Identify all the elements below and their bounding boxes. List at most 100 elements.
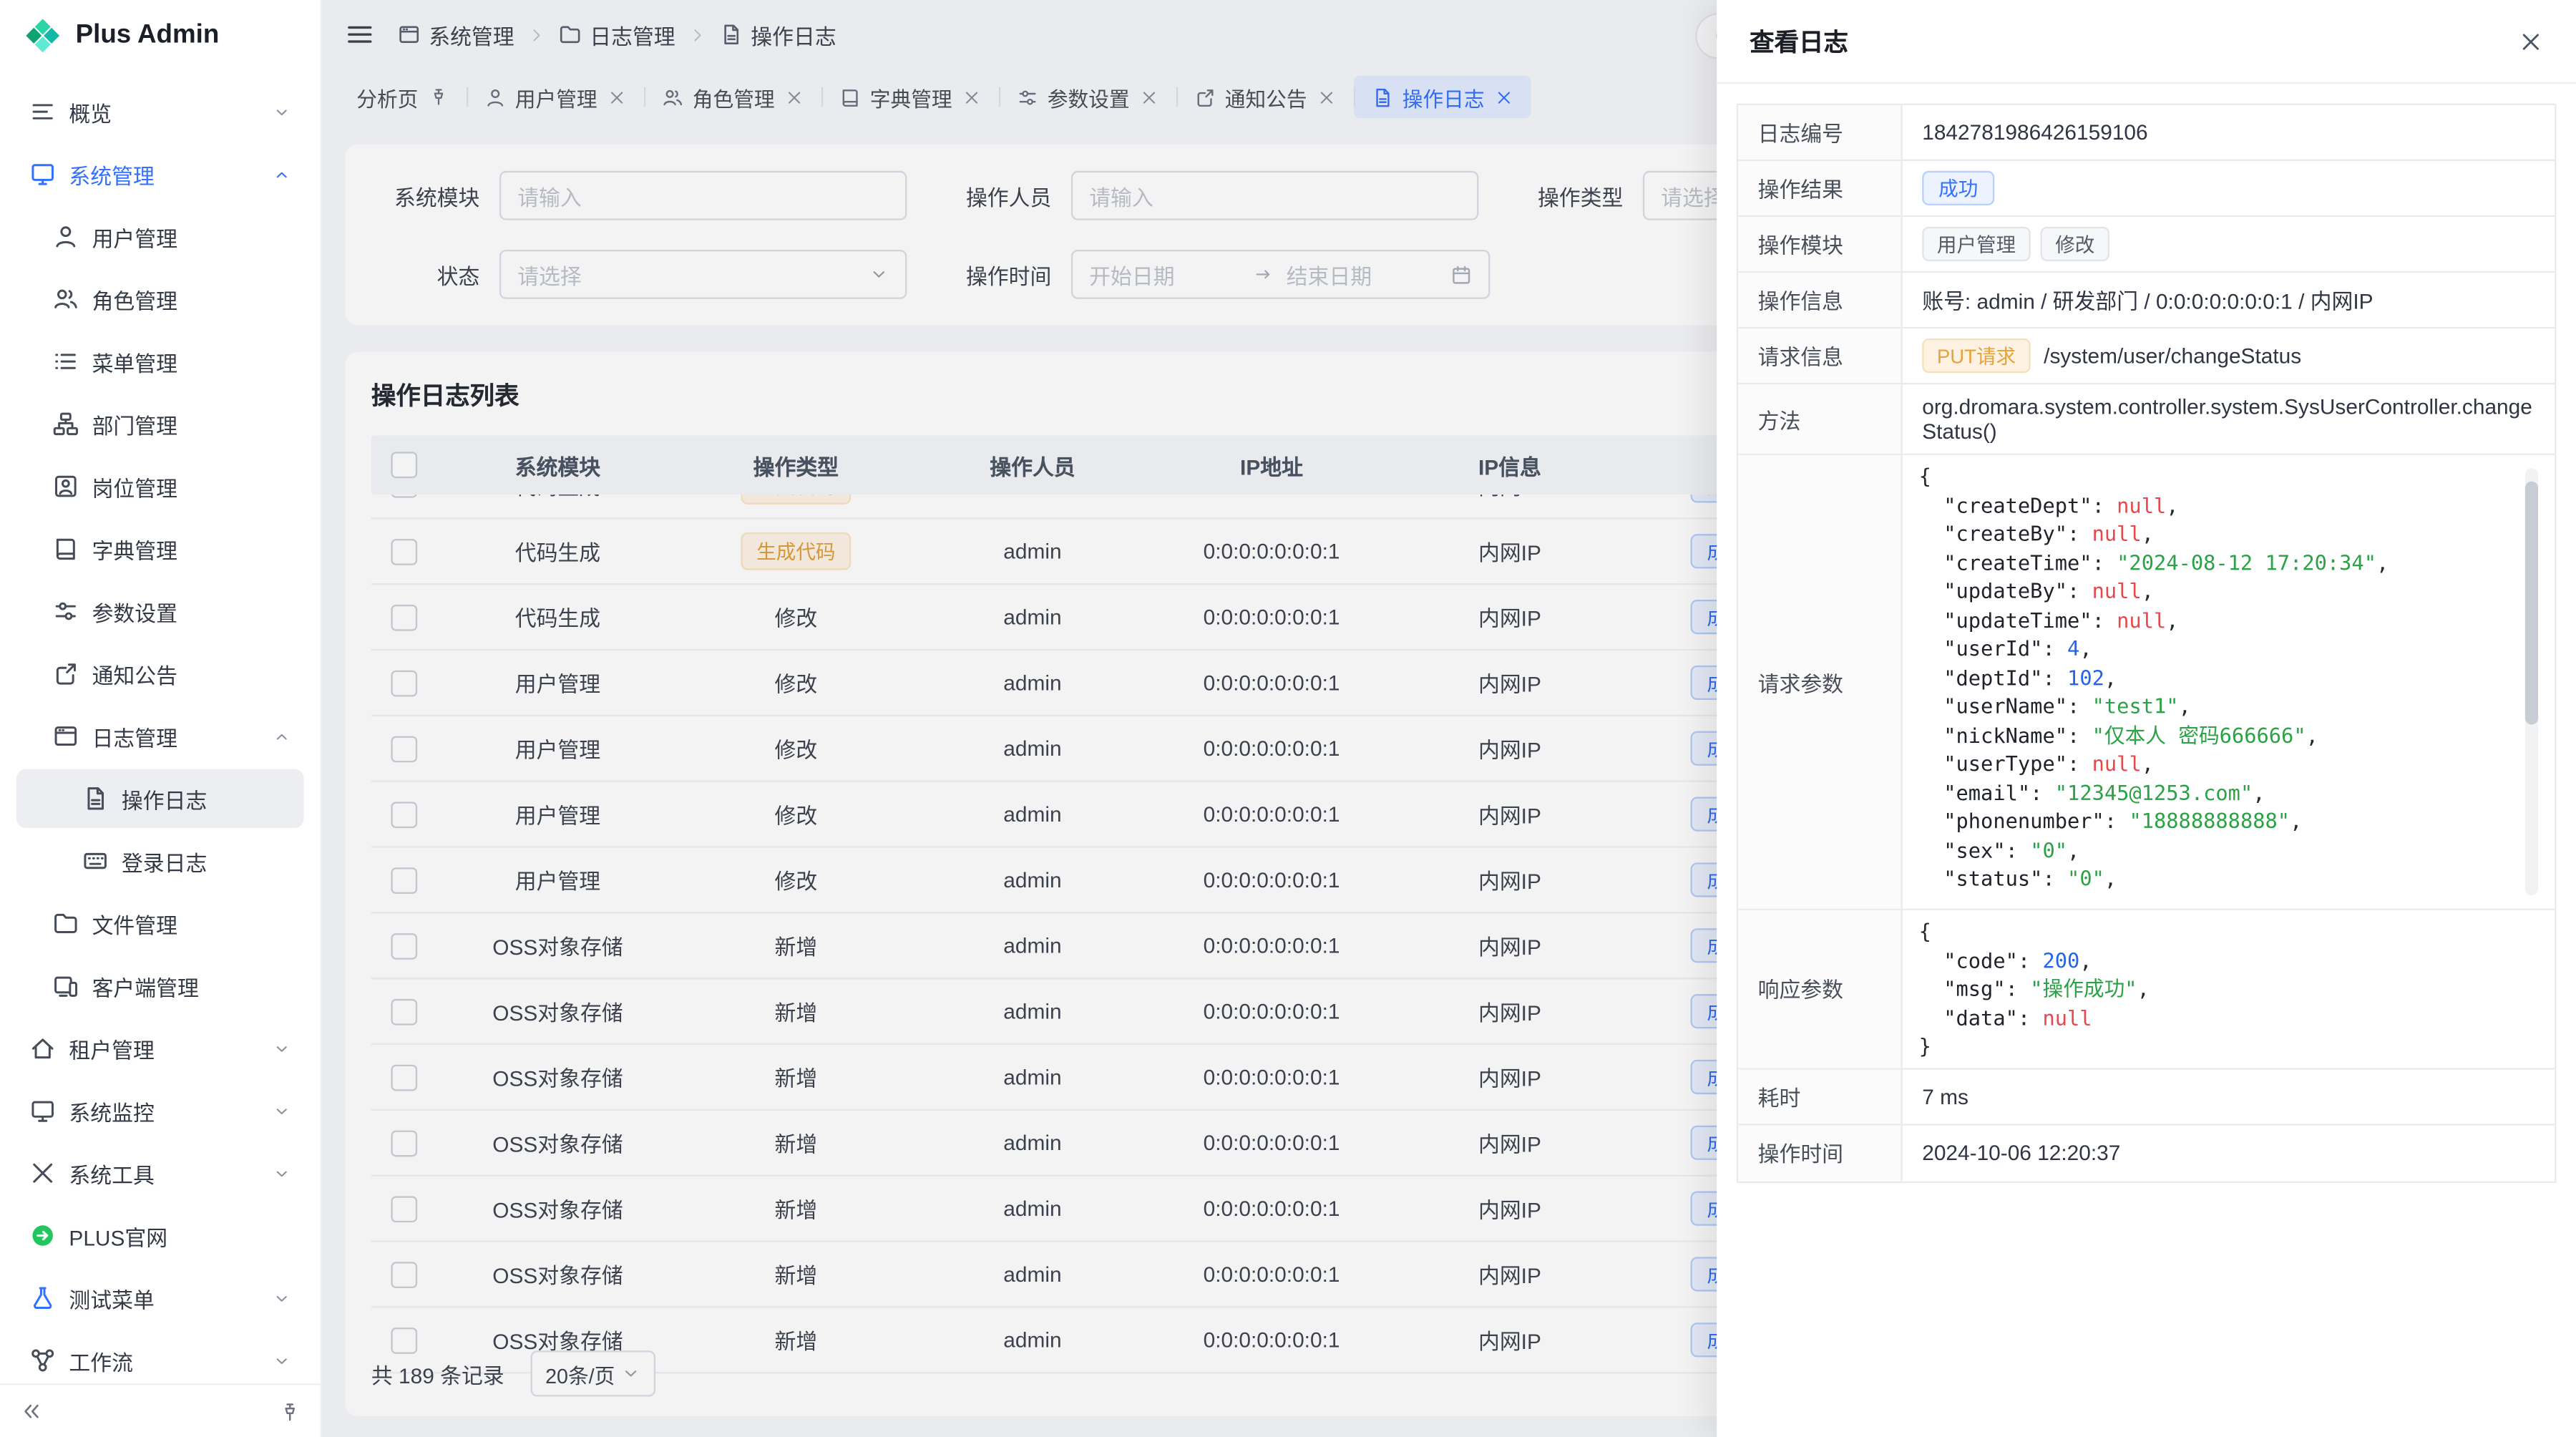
list-icon: [52, 349, 79, 375]
sidebar: Plus Admin 概览系统管理用户管理角色管理菜单管理部门管理岗位管理字典管…: [0, 0, 322, 1437]
close-icon[interactable]: [2519, 29, 2543, 53]
detail-label: 操作时间: [1738, 1125, 1903, 1181]
sidebar-item-用户管理[interactable]: 用户管理: [16, 207, 304, 266]
detail-label: 操作模块: [1738, 217, 1903, 271]
client-icon: [52, 973, 79, 999]
sidebar-item-字典管理[interactable]: 字典管理: [16, 520, 304, 579]
detail-value: 1842781986426159106: [1903, 105, 2555, 160]
sidebar-item-文件管理[interactable]: 文件管理: [16, 894, 304, 953]
sidebar-item-参数设置[interactable]: 参数设置: [16, 582, 304, 641]
drawer-title: 查看日志: [1750, 24, 1848, 58]
status-badge: 成功: [1922, 171, 1994, 205]
module-badge: 用户管理: [1922, 227, 2031, 261]
collapse-sidebar-icon[interactable]: [20, 1400, 43, 1423]
sidebar-item-系统工具[interactable]: 系统工具: [16, 1144, 304, 1203]
chevron-down-icon: [273, 1351, 291, 1369]
folder-icon: [52, 910, 79, 937]
detail-label: 操作结果: [1738, 161, 1903, 215]
badge-user-icon: [52, 473, 79, 500]
detail-value: { "code": 200, "msg": "操作成功", "data": nu…: [1903, 910, 2555, 1067]
chevron-down-icon: [273, 1164, 291, 1182]
detail-row-request: 请求信息 PUT请求 /system/user/changeStatus: [1738, 328, 2555, 384]
detail-value: { "createDept": null, "createBy": null, …: [1903, 455, 2555, 909]
detail-value: org.dromara.system.controller.system.Sys…: [1903, 384, 2555, 453]
request-params-json[interactable]: { "createDept": null, "createBy": null, …: [1919, 462, 2539, 902]
app-logo[interactable]: Plus Admin: [0, 0, 321, 72]
detail-label: 操作信息: [1738, 273, 1903, 327]
sidebar-item-系统管理[interactable]: 系统管理: [16, 145, 304, 204]
sidebar-item-概览[interactable]: 概览: [16, 82, 304, 142]
sidebar-item-角色管理[interactable]: 角色管理: [16, 270, 304, 329]
chevron-down-icon: [273, 1101, 291, 1119]
monitor-icon: [29, 1098, 56, 1124]
scrollbar-track[interactable]: [2525, 468, 2538, 895]
users-icon: [52, 286, 79, 312]
detail-label: 方法: [1738, 384, 1903, 453]
overview-icon: [29, 99, 56, 125]
pin-sidebar-icon[interactable]: [279, 1401, 301, 1422]
sliders-icon: [52, 598, 79, 625]
window-icon: [52, 723, 79, 749]
tree-icon: [52, 411, 79, 437]
module-badge: 修改: [2041, 227, 2109, 261]
chevron-down-icon: [273, 1039, 291, 1057]
sidebar-item-工作流[interactable]: 工作流: [16, 1331, 304, 1383]
detail-label: 响应参数: [1738, 910, 1903, 1067]
app-window: 系统管理日志管理操作日志 分析页用户管理角色管理字典管理参数设置通知公告操作日志…: [0, 0, 2576, 1437]
logo-icon: [23, 16, 62, 56]
doc-icon: [82, 785, 109, 812]
sidebar-item-通知公告[interactable]: 通知公告: [16, 644, 304, 703]
detail-value: 7 ms: [1903, 1068, 2555, 1123]
log-details-table: 日志编号 1842781986426159106 操作结果 成功 操作模块 用户…: [1737, 104, 2557, 1182]
detail-value: PUT请求 /system/user/changeStatus: [1903, 328, 2555, 383]
detail-value: 成功: [1903, 161, 2555, 215]
detail-row-result: 操作结果 成功: [1738, 161, 2555, 217]
sidebar-item-登录日志[interactable]: 登录日志: [16, 832, 304, 891]
chevron-down-icon: [273, 1289, 291, 1307]
detail-row-method: 方法 org.dromara.system.controller.system.…: [1738, 384, 2555, 455]
chevron-up-icon: [273, 727, 291, 745]
scrollbar-thumb[interactable]: [2525, 482, 2538, 725]
login-icon: [82, 848, 109, 875]
sidebar-item-租户管理[interactable]: 租户管理: [16, 1018, 304, 1078]
home-icon: [29, 1035, 56, 1061]
detail-row-req-params: 请求参数 { "createDept": null, "createBy": n…: [1738, 455, 2555, 910]
sidebar-item-岗位管理[interactable]: 岗位管理: [16, 457, 304, 516]
sidebar-item-菜单管理[interactable]: 菜单管理: [16, 332, 304, 391]
sidebar-item-系统监控[interactable]: 系统监控: [16, 1081, 304, 1141]
sidebar-item-部门管理[interactable]: 部门管理: [16, 394, 304, 454]
detail-row-resp-params: 响应参数 { "code": 200, "msg": "操作成功", "data…: [1738, 910, 2555, 1069]
detail-label: 请求信息: [1738, 328, 1903, 383]
workflow-icon: [29, 1348, 56, 1374]
detail-row-info: 操作信息 账号: admin / 研发部门 / 0:0:0:0:0:0:0:1 …: [1738, 273, 2555, 328]
share-icon: [52, 661, 79, 687]
user-icon: [52, 223, 79, 250]
http-method-badge: PUT请求: [1922, 338, 2031, 373]
detail-label: 日志编号: [1738, 105, 1903, 160]
tools-icon: [29, 1160, 56, 1187]
detail-value: 用户管理 修改: [1903, 217, 2555, 271]
detail-value: 账号: admin / 研发部门 / 0:0:0:0:0:0:0:1 / 内网I…: [1903, 273, 2555, 327]
sidebar-item-日志管理[interactable]: 日志管理: [16, 706, 304, 766]
globe-icon: [29, 1222, 56, 1249]
test-icon: [29, 1285, 56, 1311]
drawer-header: 查看日志: [1717, 0, 2576, 84]
request-url: /system/user/changeStatus: [2044, 344, 2301, 368]
detail-row-time: 操作时间 2024-10-06 12:20:37: [1738, 1125, 2555, 1181]
chevron-down-icon: [273, 102, 291, 120]
sidebar-footer: [0, 1383, 321, 1437]
chevron-up-icon: [273, 165, 291, 183]
app-title: Plus Admin: [76, 21, 220, 51]
book-icon: [52, 535, 79, 562]
detail-row-module: 操作模块 用户管理 修改: [1738, 217, 2555, 273]
sidebar-item-操作日志[interactable]: 操作日志: [16, 769, 304, 828]
sidebar-item-客户端管理[interactable]: 客户端管理: [16, 956, 304, 1015]
detail-row-log-id: 日志编号 1842781986426159106: [1738, 105, 2555, 161]
sidebar-item-PLUS官网[interactable]: PLUS官网: [16, 1206, 304, 1265]
sidebar-menu: 概览系统管理用户管理角色管理菜单管理部门管理岗位管理字典管理参数设置通知公告日志…: [0, 72, 321, 1383]
detail-label: 耗时: [1738, 1068, 1903, 1123]
detail-row-duration: 耗时 7 ms: [1738, 1068, 2555, 1124]
sidebar-item-测试菜单[interactable]: 测试菜单: [16, 1268, 304, 1328]
detail-value: 2024-10-06 12:20:37: [1903, 1125, 2555, 1181]
system-icon: [29, 161, 56, 187]
